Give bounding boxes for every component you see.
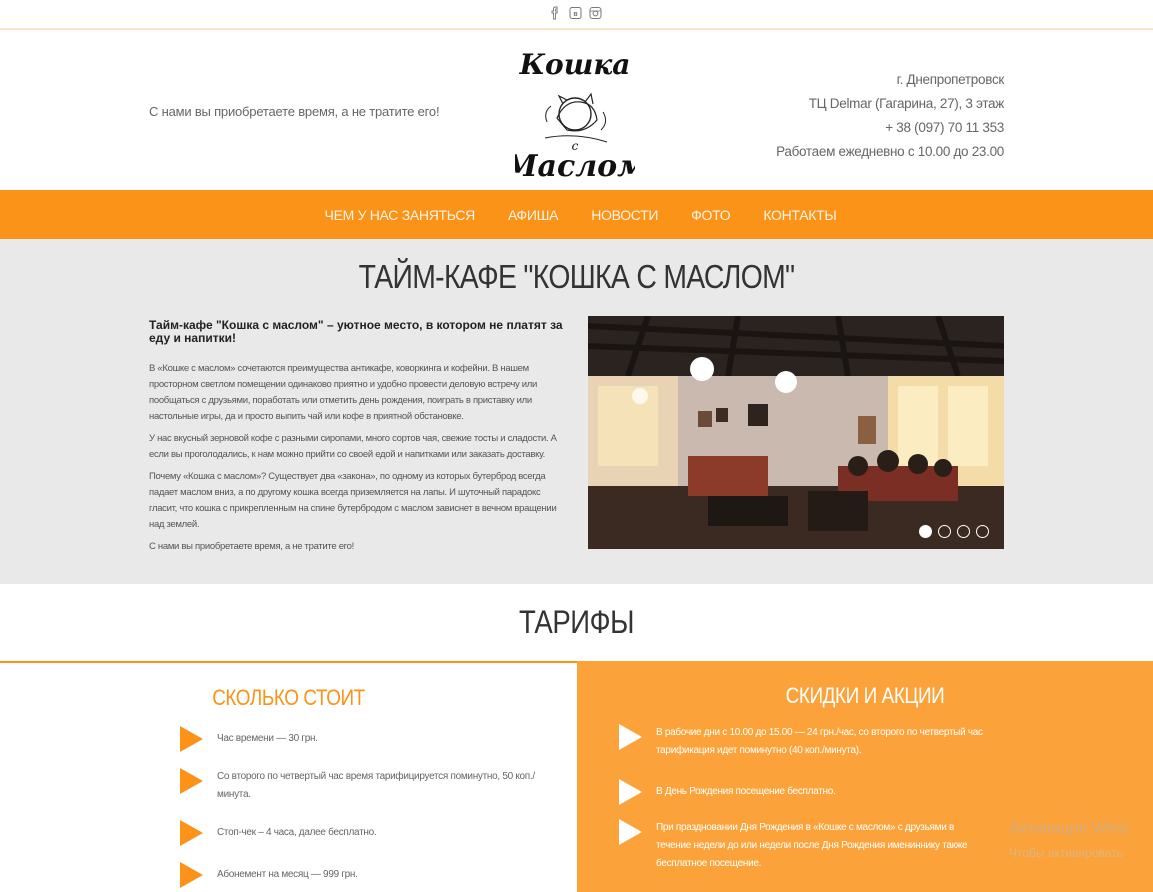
arrow-right-icon (180, 820, 203, 846)
discounts-title: СКИДКИ И АКЦИИ (785, 683, 945, 708)
discount-item: При праздновании Дня Рождения в «Кошке с… (619, 819, 986, 873)
svg-text:Маслом: Маслом (515, 149, 635, 184)
about-paragraph: В «Кошке с маслом» сочетаются преимущест… (149, 363, 538, 422)
price-item: Со второго по четвертый час время тарифи… (180, 768, 557, 804)
slider-dots (919, 525, 989, 538)
price-item-text: Абонемент на месяц — 999 грн. (217, 869, 358, 880)
slider-dot[interactable] (919, 525, 932, 538)
nav-item-events[interactable]: АФИША (508, 207, 559, 223)
price-column: СКОЛЬКО СТОИТ Час времени — 30 грн. Со в… (0, 661, 577, 892)
about-paragraph: У нас вкусный зерновой кофе с разными си… (149, 433, 557, 460)
discount-item-text: При праздновании Дня Рождения в «Кошке с… (656, 822, 968, 869)
facebook-icon[interactable] (549, 6, 562, 20)
header-contacts: г. Днепропетровск ТЦ Delmar (Гагарина, 2… (776, 68, 1004, 164)
arrow-right-icon (619, 819, 642, 845)
arrow-right-icon (619, 779, 642, 805)
contact-city: г. Днепропетровск (896, 72, 1005, 87)
vk-icon[interactable]: в (569, 6, 582, 20)
windows-activation-watermark: Активация Wind (1009, 820, 1128, 837)
price-item: Стоп-чек – 4 часа, далее бесплатно. (180, 820, 557, 846)
about-text: В «Кошке с маслом» сочетаются преимущест… (149, 361, 565, 561)
svg-text:в: в (573, 11, 578, 18)
nav-item-photo[interactable]: ФОТО (691, 207, 730, 223)
arrow-right-icon (619, 724, 642, 750)
discount-item: В рабочие дни с 10.00 до 15.00 — 24 грн.… (619, 724, 986, 760)
site-header: С нами вы приобретаете время, а не трати… (0, 32, 1153, 190)
nav-item-news[interactable]: НОВОСТИ (591, 207, 658, 223)
nav-item-activities[interactable]: ЧЕМ У НАС ЗАНЯТЬСЯ (325, 207, 476, 223)
price-item: Абонемент на месяц — 999 грн. (180, 862, 557, 888)
discount-item-text: В День Рождения посещение бесплатно. (656, 786, 836, 797)
about-paragraph: Почему «Кошка с маслом»? Существует два … (149, 471, 557, 530)
contact-address: ТЦ Delmar (Гагарина, 27), 3 этаж (808, 96, 1005, 111)
contact-phone[interactable]: + 38 (097) 70 11 353 (776, 116, 1004, 140)
cafe-photo-slider[interactable] (588, 316, 1004, 549)
header-slogan: С нами вы приобретаете время, а не трати… (149, 104, 440, 119)
windows-activation-hint: Чтобы активировать (1009, 846, 1123, 860)
price-item-text: Час времени — 30 грн. (217, 733, 318, 744)
svg-text:Кошка: Кошка (519, 48, 631, 81)
arrow-right-icon (180, 862, 203, 888)
cafe-interior-photo (588, 316, 1004, 549)
price-item-text: Стоп-чек – 4 часа, далее бесплатно. (217, 827, 377, 838)
arrow-right-icon (180, 726, 203, 752)
contact-hours: Работаем ежедневно с 10.00 до 23.00 (776, 144, 1004, 159)
arrow-right-icon (180, 768, 203, 794)
site-logo[interactable]: Кошка с Маслом (503, 42, 645, 184)
about-paragraph: С нами вы приобретаете время, а не трати… (149, 541, 354, 552)
slider-dot[interactable] (957, 525, 970, 538)
price-item: Час времени — 30 грн. (180, 726, 557, 752)
discount-item-text: В рабочие дни с 10.00 до 15.00 — 24 грн.… (656, 727, 983, 756)
price-title: СКОЛЬКО СТОИТ (212, 685, 365, 710)
about-subtitle: Тайм-кафе "Кошка с маслом" – уютное мест… (149, 318, 563, 345)
price-item-text: Со второго по четвертый час время тарифи… (217, 771, 535, 800)
slider-dot[interactable] (976, 525, 989, 538)
tariffs-title: ТАРИФЫ (518, 604, 635, 640)
social-links: в (549, 6, 602, 20)
instagram-icon[interactable] (589, 6, 602, 20)
nav-item-contacts[interactable]: КОНТАКТЫ (763, 207, 836, 223)
about-title: ТАЙМ-КАФЕ "КОШКА С МАСЛОМ" (358, 258, 796, 295)
top-bar: в (0, 0, 1153, 30)
slider-dot[interactable] (938, 525, 951, 538)
main-nav: ЧЕМ У НАС ЗАНЯТЬСЯ АФИША НОВОСТИ ФОТО КО… (0, 190, 1153, 239)
discount-item: В День Рождения посещение бесплатно. (619, 779, 986, 805)
